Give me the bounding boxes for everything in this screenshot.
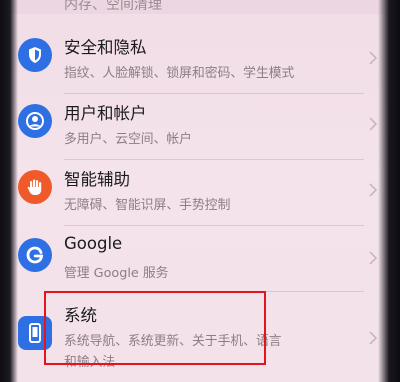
chevron-right-icon bbox=[369, 331, 378, 345]
cut-row-subtitle: 内存、空间清理 bbox=[64, 0, 162, 13]
account-icon bbox=[18, 104, 52, 138]
shield-icon bbox=[18, 38, 52, 72]
settings-item-subtitle: 指纹、人脸解锁、锁屏和密码、学生模式 bbox=[64, 66, 295, 81]
settings-item-subtitle: 无障碍、智能识屏、手势控制 bbox=[64, 198, 231, 213]
settings-item-title: Google bbox=[64, 234, 123, 253]
settings-item-security-privacy[interactable]: 安全和隐私 指纹、人脸解锁、锁屏和密码、学生模式 bbox=[0, 28, 400, 92]
highlight-box bbox=[44, 291, 266, 365]
settings-item-smart-assist[interactable]: 智能辅助 无障碍、智能识屏、手势控制 bbox=[0, 160, 400, 224]
settings-item-subtitle: 多用户、云空间、帐户 bbox=[64, 132, 192, 147]
settings-item-title: 用户和帐户 bbox=[64, 104, 147, 123]
settings-item-title: 智能辅助 bbox=[64, 170, 130, 189]
settings-item-google[interactable]: Google 管理 Google 服务 bbox=[0, 226, 400, 290]
phone-bezel-right bbox=[378, 0, 400, 382]
chevron-right-icon bbox=[369, 51, 378, 65]
top-fade bbox=[0, 0, 400, 14]
settings-item-title: 安全和隐私 bbox=[64, 38, 147, 57]
phone-bezel-left bbox=[0, 0, 18, 382]
chevron-right-icon bbox=[369, 117, 378, 131]
google-g-icon bbox=[18, 238, 52, 272]
chevron-right-icon bbox=[369, 183, 378, 197]
chevron-right-icon bbox=[369, 251, 378, 265]
settings-item-subtitle: 管理 Google 服务 bbox=[64, 266, 169, 281]
hand-icon bbox=[18, 170, 52, 204]
settings-item-users-accounts[interactable]: 用户和帐户 多用户、云空间、帐户 bbox=[0, 94, 400, 158]
